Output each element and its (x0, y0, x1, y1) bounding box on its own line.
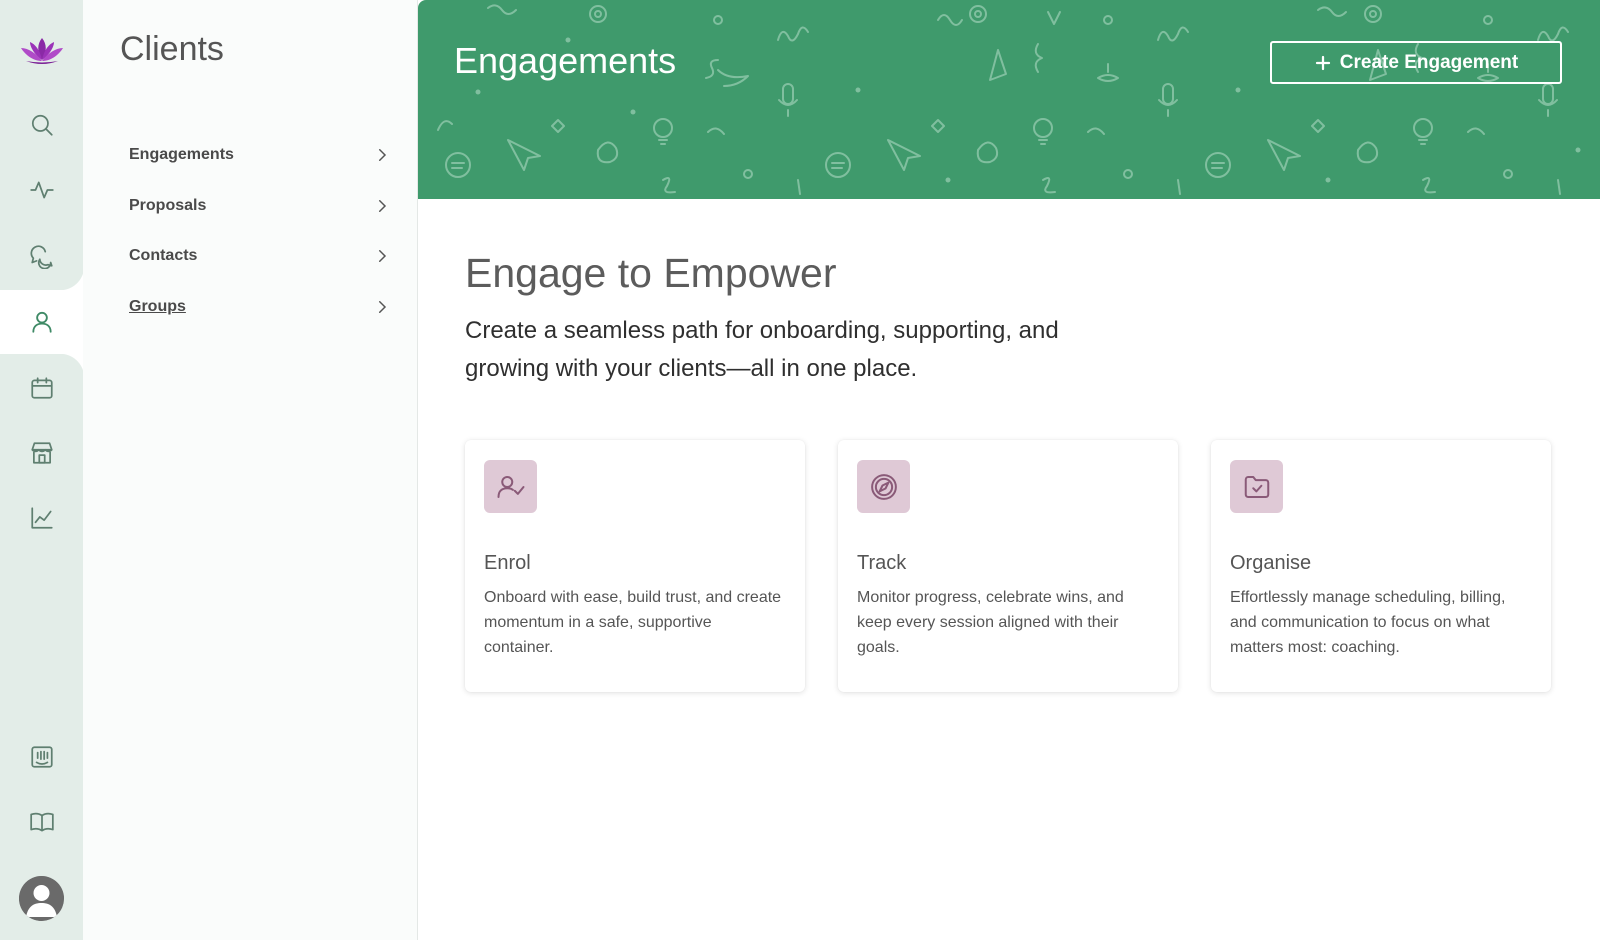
subnav-item-label: Groups (129, 298, 186, 315)
engagements-hero-banner: Engagements Create Engagement (418, 0, 1600, 199)
clients-icon[interactable] (20, 300, 64, 344)
feature-card-title: Track (857, 552, 907, 574)
hero-title: Engagements (454, 40, 677, 81)
feature-card-description: Effortlessly manage scheduling, billing,… (1230, 589, 1506, 656)
feature-card-organise: Organise Effortlessly manage scheduling,… (1211, 440, 1551, 692)
subnav-item-engagements[interactable]: Engagements (129, 138, 391, 172)
analytics-icon[interactable] (20, 496, 64, 540)
user-check-icon (484, 460, 537, 513)
empty-state-subhead: Create a seamless path for onboarding, s… (465, 317, 1059, 382)
chevron-right-icon (379, 149, 387, 161)
main-content: Engagements Create Engagement Engage to … (418, 0, 1600, 940)
feature-card-title: Organise (1230, 552, 1312, 574)
compass-icon (857, 460, 910, 513)
search-icon[interactable] (20, 103, 64, 147)
messages-icon[interactable] (20, 234, 64, 278)
app-root: Clients Engagements Proposals Contacts G… (0, 0, 1600, 940)
library-icon[interactable] (20, 800, 64, 844)
user-avatar[interactable] (19, 876, 64, 921)
icon-rail (0, 0, 84, 940)
feature-card-track: Track Monitor progress, celebrate wins, … (838, 440, 1178, 692)
clients-subnav: Clients Engagements Proposals Contacts G… (83, 0, 418, 940)
activity-icon[interactable] (20, 168, 64, 212)
subnav-item-groups[interactable]: Groups (129, 290, 391, 324)
lotus-logo-icon[interactable] (18, 34, 66, 68)
plus-icon (1315, 55, 1330, 70)
folder-check-icon (1230, 460, 1283, 513)
feature-card-enrol: Enrol Onboard with ease, build trust, an… (465, 440, 805, 692)
create-engagement-button[interactable]: Create Engagement (1270, 41, 1562, 84)
calendar-icon[interactable] (20, 366, 64, 410)
subnav-item-label: Contacts (129, 247, 198, 264)
empty-state-headline: Engage to Empower (465, 250, 837, 296)
subnav-item-contacts[interactable]: Contacts (129, 239, 391, 273)
subnav-item-label: Proposals (129, 197, 207, 214)
chevron-right-icon (379, 250, 387, 262)
doodle-pattern-background (437, 4, 1581, 195)
subnav-item-proposals[interactable]: Proposals (129, 189, 391, 223)
chevron-right-icon (379, 301, 387, 313)
feature-card-description: Monitor progress, celebrate wins, and ke… (857, 589, 1124, 656)
store-icon[interactable] (20, 431, 64, 475)
subnav-title: Clients (120, 30, 224, 68)
create-engagement-label: Create Engagement (1339, 51, 1519, 73)
chevron-right-icon (379, 200, 387, 212)
feedback-icon[interactable] (20, 735, 64, 779)
subnav-item-label: Engagements (129, 146, 234, 163)
feature-card-title: Enrol (484, 552, 531, 574)
feature-card-description: Onboard with ease, build trust, and crea… (484, 589, 782, 656)
